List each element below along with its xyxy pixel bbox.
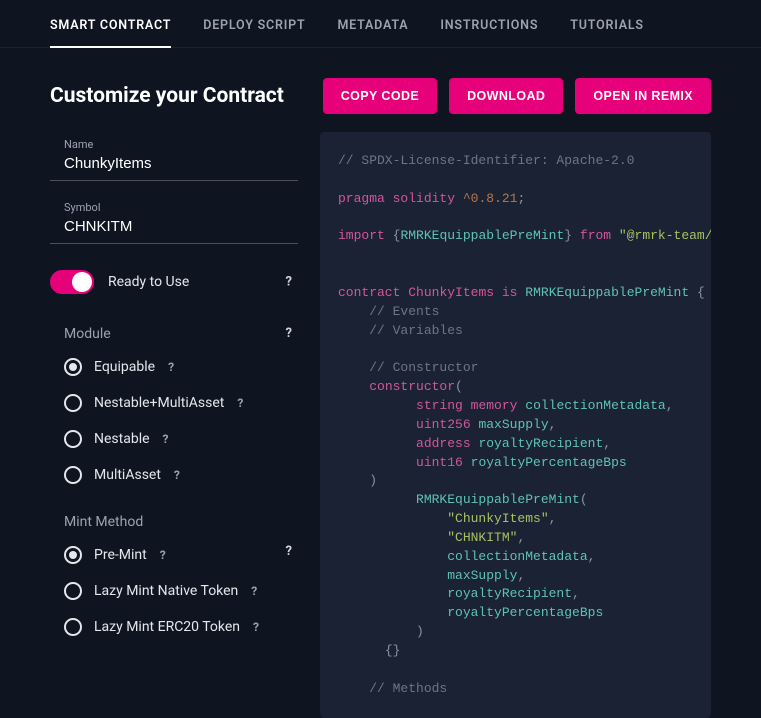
help-icon[interactable]: ? [286, 326, 292, 341]
code-string: "ChunkyItems" [447, 511, 548, 526]
code-keyword: contract [338, 285, 400, 300]
name-label: Name [64, 138, 284, 151]
code-arg: royaltyRecipient [447, 586, 572, 601]
code-type: uint256 [416, 417, 471, 432]
code-literal: ^0.8.21 [463, 191, 518, 206]
symbol-field-group: Symbol [50, 195, 298, 244]
ready-to-use-toggle[interactable] [50, 270, 94, 294]
code-comment: // Methods [369, 681, 447, 696]
radio-label: Equipable [94, 359, 155, 375]
code-arg: collectionMetadata [447, 549, 587, 564]
tab-smart-contract[interactable]: SMART CONTRACT [50, 18, 171, 47]
radio-label: Lazy Mint ERC20 Token [94, 619, 240, 635]
code-param: maxSupply [478, 417, 548, 432]
open-in-remix-button[interactable]: OPEN IN REMIX [575, 78, 711, 114]
code-type: address [416, 436, 471, 451]
module-group: ? Module Equipable ? Nestable+MultiAsset… [50, 326, 298, 484]
ready-to-use-row: Ready to Use ? [50, 270, 298, 294]
help-icon[interactable]: ? [158, 431, 174, 447]
radio-label: Lazy Mint Native Token [94, 583, 238, 599]
code-preview: // SPDX-License-Identifier: Apache-2.0 p… [320, 132, 711, 718]
symbol-input[interactable] [64, 218, 284, 235]
module-section-label: Module [64, 326, 298, 342]
page-title: Customize your Contract [50, 84, 284, 108]
code-arg: maxSupply [447, 568, 517, 583]
name-input[interactable] [64, 155, 284, 172]
name-field-group: Name [50, 132, 298, 181]
help-icon[interactable]: ? [248, 619, 264, 635]
code-string: "CHNKITM" [447, 530, 517, 545]
code-ident: solidity [393, 191, 455, 206]
radio-icon [64, 394, 82, 412]
symbol-label: Symbol [64, 201, 284, 214]
help-icon[interactable]: ? [286, 275, 292, 290]
help-icon[interactable]: ? [155, 547, 171, 563]
code-param: collectionMetadata [525, 398, 665, 413]
radio-icon [64, 582, 82, 600]
radio-label: MultiAsset [94, 467, 161, 483]
help-icon[interactable]: ? [286, 544, 292, 559]
tab-instructions[interactable]: INSTRUCTIONS [440, 18, 538, 47]
help-icon[interactable]: ? [246, 583, 262, 599]
code-keyword: memory [471, 398, 518, 413]
code-arg: royaltyPercentageBps [447, 605, 603, 620]
code-call: RMRKEquippablePreMint [416, 492, 580, 507]
mint-lazy-erc20[interactable]: Lazy Mint ERC20 Token ? [50, 618, 298, 636]
tab-tutorials[interactable]: TUTORIALS [570, 18, 644, 47]
radio-icon [64, 546, 82, 564]
module-equipable[interactable]: Equipable ? [50, 358, 298, 376]
module-nestable[interactable]: Nestable ? [50, 430, 298, 448]
mint-method-group: ? Mint Method Pre-Mint ? Lazy Mint Nativ… [50, 514, 298, 636]
code-string: "@rmrk-team/evm-con [619, 228, 711, 243]
code-comment: // Variables [369, 323, 463, 338]
customize-sidebar: Name Symbol Ready to Use ? ? Module Equi… [50, 132, 298, 718]
code-comment: // SPDX-License-Identifier: Apache-2.0 [338, 153, 634, 168]
copy-code-button[interactable]: COPY CODE [323, 78, 437, 114]
help-icon[interactable]: ? [232, 395, 248, 411]
code-contract-name: ChunkyItems [408, 285, 494, 300]
code-type: string [416, 398, 463, 413]
radio-label: Pre-Mint [94, 547, 147, 563]
action-buttons: COPY CODE DOWNLOAD OPEN IN REMIX [323, 78, 711, 114]
code-comment: // Constructor [369, 360, 478, 375]
radio-icon [64, 618, 82, 636]
code-keyword: pragma [338, 191, 385, 206]
help-icon[interactable]: ? [163, 359, 179, 375]
radio-icon [64, 430, 82, 448]
radio-icon [64, 466, 82, 484]
code-keyword: import [338, 228, 385, 243]
toggle-knob [72, 272, 92, 292]
code-param: royaltyPercentageBps [471, 455, 627, 470]
code-keyword: constructor [369, 379, 455, 394]
tab-bar: SMART CONTRACT DEPLOY SCRIPT METADATA IN… [0, 0, 761, 48]
code-keyword: from [580, 228, 611, 243]
radio-label: Nestable [94, 431, 150, 447]
header: Customize your Contract COPY CODE DOWNLO… [0, 48, 761, 132]
ready-to-use-label: Ready to Use [108, 274, 189, 290]
code-type: RMRKEquippablePreMint [400, 228, 564, 243]
help-icon[interactable]: ? [169, 467, 185, 483]
code-keyword: is [502, 285, 518, 300]
mint-section-label: Mint Method [64, 514, 298, 530]
tab-metadata[interactable]: METADATA [337, 18, 408, 47]
tab-deploy-script[interactable]: DEPLOY SCRIPT [203, 18, 305, 47]
code-param: royaltyRecipient [478, 436, 603, 451]
mint-pre-mint[interactable]: Pre-Mint ? [50, 546, 298, 564]
download-button[interactable]: DOWNLOAD [449, 78, 563, 114]
code-type: uint16 [416, 455, 463, 470]
mint-lazy-native[interactable]: Lazy Mint Native Token ? [50, 582, 298, 600]
module-multiasset[interactable]: MultiAsset ? [50, 466, 298, 484]
radio-icon [64, 358, 82, 376]
code-comment: // Events [369, 304, 439, 319]
radio-label: Nestable+MultiAsset [94, 395, 224, 411]
code-type: RMRKEquippablePreMint [525, 285, 689, 300]
module-nestable-multiasset[interactable]: Nestable+MultiAsset ? [50, 394, 298, 412]
